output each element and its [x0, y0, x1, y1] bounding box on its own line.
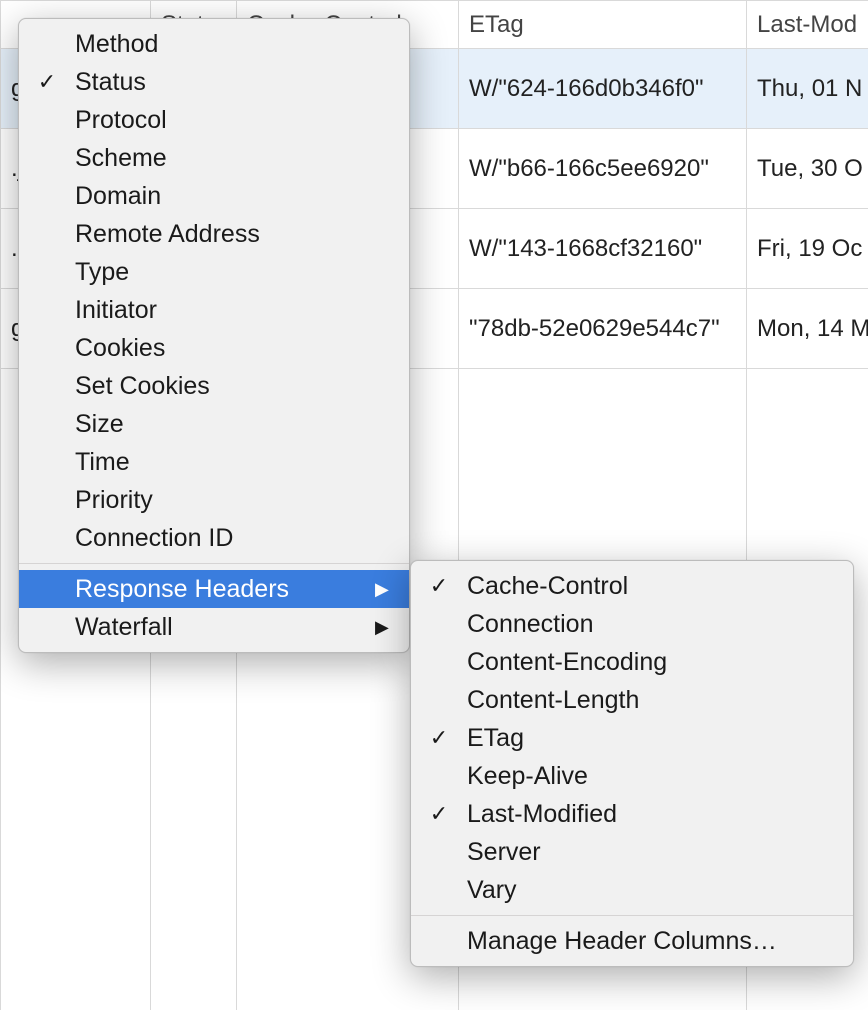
menu-item-label: Response Headers	[75, 570, 375, 608]
menu-item-label: Size	[75, 405, 409, 443]
menu-item-label: Vary	[467, 871, 853, 909]
menu-item-label: Status	[75, 63, 409, 101]
menu-item-label: Type	[75, 253, 409, 291]
menu-item-connection-id[interactable]: Connection ID	[19, 519, 409, 557]
check-icon: ✓	[411, 567, 467, 605]
submenu-item-last-modified[interactable]: ✓Last-Modified	[411, 795, 853, 833]
menu-item-label: Content-Encoding	[467, 643, 853, 681]
menu-item-label: Set Cookies	[75, 367, 409, 405]
cell-last-modified: Fri, 19 Oc	[747, 209, 868, 289]
menu-separator	[411, 915, 853, 916]
cell-etag: W/"143-1668cf32160"	[459, 209, 747, 289]
menu-item-initiator[interactable]: Initiator	[19, 291, 409, 329]
cell-etag: "78db-52e0629e544c7"	[459, 289, 747, 369]
cell-etag: W/"624-166d0b346f0"	[459, 49, 747, 129]
submenu-arrow-icon: ▶	[375, 608, 409, 646]
column-context-menu: Method✓StatusProtocolSchemeDomainRemote …	[18, 18, 410, 653]
menu-item-label: Content-Length	[467, 681, 853, 719]
submenu-item-cache-control[interactable]: ✓Cache-Control	[411, 567, 853, 605]
menu-item-label: Time	[75, 443, 409, 481]
menu-item-label: Domain	[75, 177, 409, 215]
menu-item-label: Priority	[75, 481, 409, 519]
submenu-item-etag[interactable]: ✓ETag	[411, 719, 853, 757]
menu-item-priority[interactable]: Priority	[19, 481, 409, 519]
menu-item-label: Scheme	[75, 139, 409, 177]
response-headers-submenu: ✓Cache-ControlConnectionContent-Encoding…	[410, 560, 854, 967]
menu-item-status[interactable]: ✓Status	[19, 63, 409, 101]
menu-item-label: ETag	[467, 719, 853, 757]
menu-item-label: Remote Address	[75, 215, 409, 253]
col-header-etag[interactable]: ETag	[459, 1, 747, 49]
menu-item-label: Manage Header Columns…	[467, 922, 853, 960]
menu-item-label: Server	[467, 833, 853, 871]
submenu-item-server[interactable]: Server	[411, 833, 853, 871]
col-header-last-modified[interactable]: Last-Mod	[747, 1, 868, 49]
menu-item-type[interactable]: Type	[19, 253, 409, 291]
menu-item-time[interactable]: Time	[19, 443, 409, 481]
cell-last-modified: Thu, 01 N	[747, 49, 868, 129]
cell-etag: W/"b66-166c5ee6920"	[459, 129, 747, 209]
check-icon: ✓	[19, 63, 75, 101]
submenu-item-vary[interactable]: Vary	[411, 871, 853, 909]
menu-item-label: Cookies	[75, 329, 409, 367]
menu-item-waterfall[interactable]: Waterfall▶	[19, 608, 409, 646]
menu-item-label: Last-Modified	[467, 795, 853, 833]
submenu-arrow-icon: ▶	[375, 570, 409, 608]
menu-item-set-cookies[interactable]: Set Cookies	[19, 367, 409, 405]
menu-item-remote-address[interactable]: Remote Address	[19, 215, 409, 253]
menu-item-method[interactable]: Method	[19, 25, 409, 63]
menu-item-label: Cache-Control	[467, 567, 853, 605]
submenu-item-connection[interactable]: Connection	[411, 605, 853, 643]
menu-item-label: Method	[75, 25, 409, 63]
menu-item-scheme[interactable]: Scheme	[19, 139, 409, 177]
submenu-item-keep-alive[interactable]: Keep-Alive	[411, 757, 853, 795]
check-icon: ✓	[411, 719, 467, 757]
menu-item-size[interactable]: Size	[19, 405, 409, 443]
submenu-item-content-length[interactable]: Content-Length	[411, 681, 853, 719]
menu-item-domain[interactable]: Domain	[19, 177, 409, 215]
manage-header-columns-menu-item[interactable]: Manage Header Columns…	[411, 922, 853, 960]
menu-item-label: Waterfall	[75, 608, 375, 646]
submenu-item-content-encoding[interactable]: Content-Encoding	[411, 643, 853, 681]
menu-item-label: Connection	[467, 605, 853, 643]
menu-separator	[19, 563, 409, 564]
menu-item-cookies[interactable]: Cookies	[19, 329, 409, 367]
menu-item-label: Connection ID	[75, 519, 409, 557]
cell-last-modified: Tue, 30 O	[747, 129, 868, 209]
menu-item-label: Initiator	[75, 291, 409, 329]
menu-item-label: Keep-Alive	[467, 757, 853, 795]
check-icon: ✓	[411, 795, 467, 833]
menu-item-protocol[interactable]: Protocol	[19, 101, 409, 139]
menu-item-response-headers[interactable]: Response Headers▶	[19, 570, 409, 608]
menu-item-label: Protocol	[75, 101, 409, 139]
cell-last-modified: Mon, 14 M	[747, 289, 868, 369]
